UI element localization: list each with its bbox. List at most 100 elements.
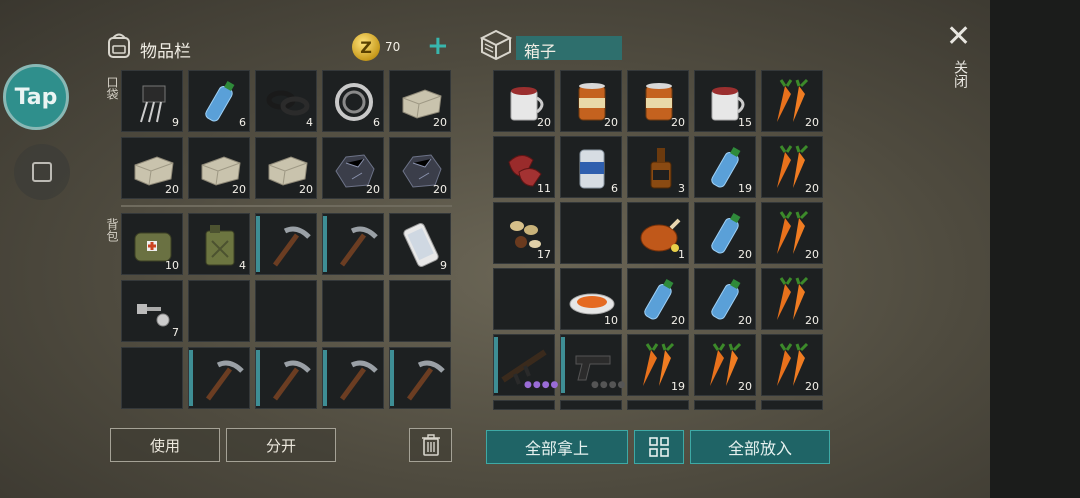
container-slot-whiskey-bottle[interactable]: 3 [627, 136, 689, 198]
container-slot-carrots[interactable]: 20 [694, 334, 756, 396]
container-slot-pistol[interactable]: ●●●● [560, 334, 625, 396]
item-count: 4 [239, 259, 246, 272]
pocket-slot-stone-block[interactable]: 20 [389, 70, 451, 132]
pocket-slot-stone-block[interactable]: 20 [121, 137, 183, 199]
backpack-empty-slot[interactable] [121, 347, 183, 409]
container-slot-assault-rifle[interactable]: ●●●● [493, 334, 558, 396]
tap-overlay-button[interactable]: Tap [3, 64, 69, 130]
put-all-label: 全部放入 [727, 439, 792, 458]
container-partial-slot[interactable] [694, 400, 756, 410]
item-count: 20 [805, 182, 819, 195]
screen-edge-strip [990, 0, 1080, 498]
backpack-empty-slot[interactable] [188, 280, 250, 342]
container-empty-slot[interactable] [493, 268, 555, 330]
item-count: 20 [738, 314, 752, 327]
backpack-slot-pickaxe[interactable] [255, 347, 317, 409]
pocket-slot-iron-ore[interactable]: 20 [322, 137, 384, 199]
pocket-slot-stone-block[interactable]: 20 [255, 137, 317, 199]
add-coins-button[interactable]: + [427, 31, 449, 61]
item-count: 10 [165, 259, 179, 272]
split-button[interactable]: 分开 [226, 428, 336, 462]
container-slot-raw-meat[interactable]: 11 [493, 136, 555, 198]
pocket-slot-iron-ore[interactable]: 20 [389, 137, 451, 199]
container-slot-carrots[interactable]: 20 [761, 136, 823, 198]
pocket-slot-bearing[interactable]: 6 [322, 70, 384, 132]
pickaxe-icon [406, 360, 445, 401]
backpack-slot-pickaxe[interactable] [389, 347, 451, 409]
container-slot-water-bottle[interactable]: 19 [694, 136, 756, 198]
container-slot-canned-food[interactable]: 20 [560, 70, 622, 132]
square-overlay-button[interactable] [14, 144, 70, 200]
item-count: 20 [738, 248, 752, 261]
put-all-button[interactable]: 全部放入 [690, 430, 830, 464]
close-icon[interactable]: ✕ [946, 22, 971, 52]
backpack-slot-pickaxe[interactable] [322, 213, 384, 275]
grid-icon [649, 437, 669, 457]
item-count: 6 [373, 116, 380, 129]
item-count: 20 [433, 183, 447, 196]
container-slot-carrots[interactable]: 19 [627, 334, 689, 396]
container-slot-water-bottle[interactable]: 20 [627, 268, 689, 330]
take-all-button[interactable]: 全部拿上 [486, 430, 628, 464]
item-count: 20 [299, 183, 313, 196]
item-count: 9 [440, 259, 447, 272]
backpack-slot-jerrycan[interactable]: 4 [188, 213, 250, 275]
backpack-empty-slot[interactable] [322, 280, 384, 342]
container-slot-beer-can[interactable]: 6 [560, 136, 622, 198]
item-count: 6 [611, 182, 618, 195]
pocket-slot-water-bottle[interactable]: 6 [188, 70, 250, 132]
item-count: 9 [172, 116, 179, 129]
pocket-backpack-divider [121, 205, 452, 207]
item-count: 20 [366, 183, 380, 196]
gold-coin-icon: Z [352, 33, 380, 61]
container-title: 箱子 [524, 42, 557, 61]
box-icon [479, 29, 513, 61]
backpack-empty-slot[interactable] [255, 280, 317, 342]
use-label: 使用 [149, 436, 180, 455]
container-slot-carrots[interactable]: 20 [761, 202, 823, 264]
container-slot-carrot-stew[interactable]: 10 [560, 268, 622, 330]
container-partial-slot[interactable] [761, 400, 823, 410]
container-slot-roast-chicken[interactable]: 1 [627, 202, 689, 264]
item-count: 1 [678, 248, 685, 261]
trash-button[interactable] [409, 428, 452, 462]
backpack-empty-slot[interactable] [389, 280, 451, 342]
pocket-slot-circuit-component[interactable]: 9 [121, 70, 183, 132]
item-count: 17 [537, 248, 551, 261]
pocket-slot-rubber-rings[interactable]: 4 [255, 70, 317, 132]
container-partial-slot[interactable] [560, 400, 622, 410]
sort-grid-button[interactable] [634, 430, 684, 464]
backpack-slot-pickaxe[interactable] [255, 213, 317, 275]
item-count: 20 [805, 314, 819, 327]
container-slot-mug-of-tea[interactable]: 15 [694, 70, 756, 132]
split-label: 分开 [265, 436, 296, 455]
item-count: 3 [678, 182, 685, 195]
container-slot-mug-of-tea[interactable]: 20 [493, 70, 555, 132]
backpack-slot-first-aid-bag[interactable]: 10 [121, 213, 183, 275]
container-empty-slot[interactable] [560, 202, 622, 264]
use-button[interactable]: 使用 [110, 428, 220, 462]
container-slot-water-bottle[interactable]: 20 [694, 202, 756, 264]
take-all-label: 全部拿上 [524, 439, 589, 458]
pocket-label: 口袋 [105, 76, 119, 100]
container-slot-seeds[interactable]: 17 [493, 202, 555, 264]
item-count: 20 [671, 314, 685, 327]
pickaxe-icon [339, 360, 378, 401]
container-slot-carrots[interactable]: 20 [761, 268, 823, 330]
container-slot-canned-food[interactable]: 20 [627, 70, 689, 132]
item-count: 20 [604, 116, 618, 129]
backpack-slot-smartphone[interactable]: 9 [389, 213, 451, 275]
backpack-slot-pickaxe[interactable] [188, 347, 250, 409]
item-count: 19 [738, 182, 752, 195]
pocket-slot-stone-block[interactable]: 20 [188, 137, 250, 199]
close-label[interactable]: 关闭 [950, 60, 970, 88]
backpack-slot-nuts-bolts[interactable]: 7 [121, 280, 183, 342]
container-partial-slot[interactable] [493, 400, 555, 410]
item-count: 20 [232, 183, 246, 196]
container-slot-carrots[interactable]: 20 [761, 334, 823, 396]
container-slot-carrots[interactable]: 20 [761, 70, 823, 132]
pickaxe-icon [272, 226, 311, 267]
container-slot-water-bottle[interactable]: 20 [694, 268, 756, 330]
backpack-slot-pickaxe[interactable] [322, 347, 384, 409]
container-partial-slot[interactable] [627, 400, 689, 410]
